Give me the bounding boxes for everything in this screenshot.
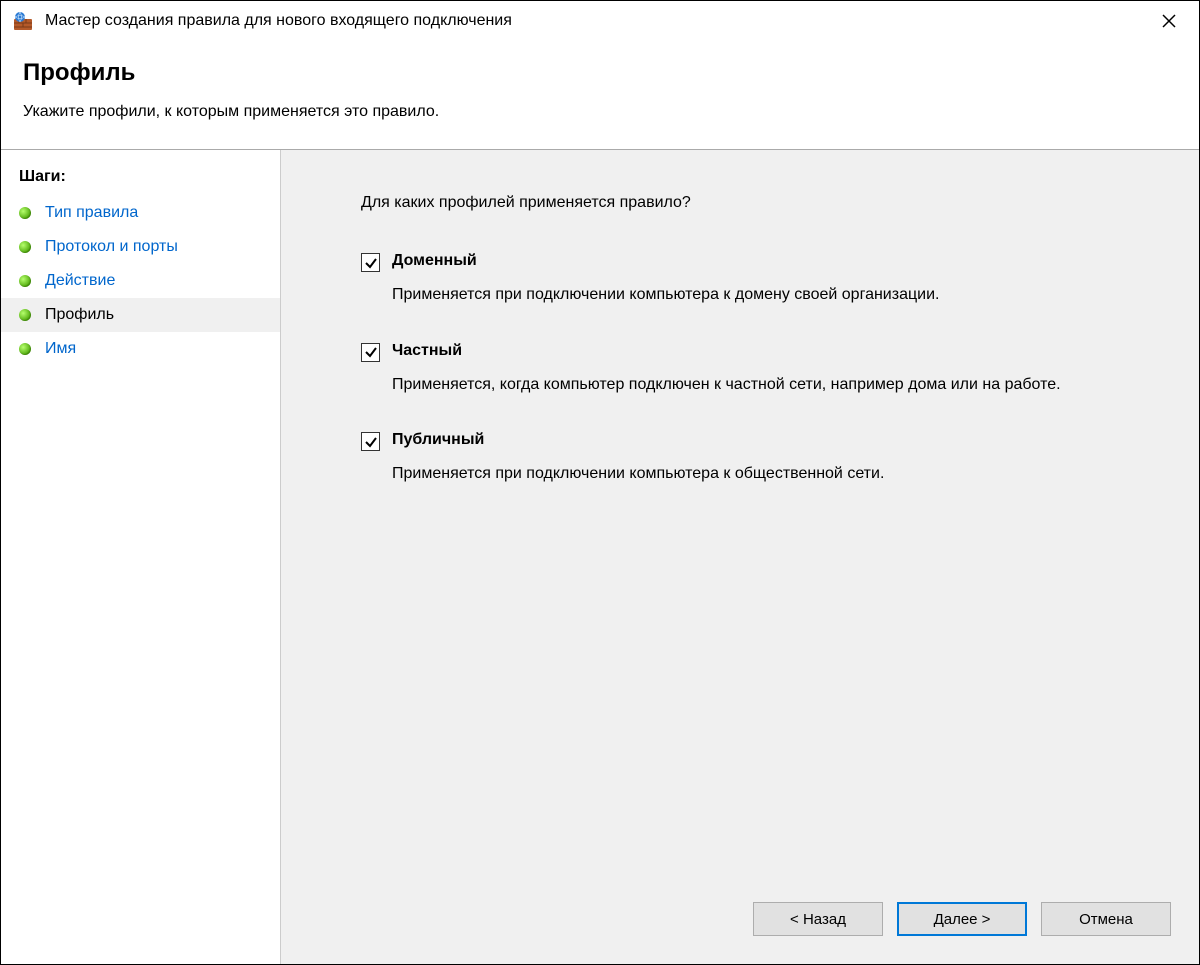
bullet-icon (19, 309, 31, 321)
bullet-icon (19, 275, 31, 287)
checkbox-domain[interactable] (361, 253, 380, 272)
sidebar-item-label: Имя (45, 340, 76, 358)
option-description: Применяется при подключении компьютера к… (392, 284, 1112, 306)
question-text: Для каких профилей применяется правило? (361, 194, 1119, 212)
sidebar-item-action[interactable]: Действие (1, 264, 280, 298)
back-button[interactable]: < Назад (753, 902, 883, 936)
sidebar-item-label: Тип правила (45, 204, 138, 222)
option-domain: Доменный Применяется при подключении ком… (361, 252, 1119, 306)
cancel-button[interactable]: Отмена (1041, 902, 1171, 936)
next-button[interactable]: Далее > (897, 902, 1027, 936)
bullet-icon (19, 343, 31, 355)
option-title: Частный (392, 342, 462, 360)
subtitle: Укажите профили, к которым применяется э… (23, 103, 1177, 121)
checkmark-icon (364, 256, 378, 270)
header-block: Профиль Укажите профили, к которым приме… (1, 41, 1199, 150)
sidebar-item-rule-type[interactable]: Тип правила (1, 196, 280, 230)
content: Для каких профилей применяется правило? … (281, 150, 1199, 964)
window-title: Мастер создания правила для нового входя… (45, 12, 512, 30)
bullet-icon (19, 241, 31, 253)
checkbox-public[interactable] (361, 432, 380, 451)
checkmark-icon (364, 435, 378, 449)
close-icon (1161, 13, 1177, 29)
option-title: Доменный (392, 252, 477, 270)
wizard-window: Мастер создания правила для нового входя… (0, 0, 1200, 965)
button-bar: < Назад Далее > Отмена (281, 902, 1199, 964)
sidebar-item-protocol-ports[interactable]: Протокол и порты (1, 230, 280, 264)
sidebar-item-name[interactable]: Имя (1, 332, 280, 366)
sidebar-item-label: Профиль (45, 306, 114, 324)
titlebar: Мастер создания правила для нового входя… (1, 1, 1199, 41)
steps-header: Шаги: (1, 162, 280, 196)
checkbox-private[interactable] (361, 343, 380, 362)
close-button[interactable] (1149, 6, 1189, 36)
sidebar: Шаги: Тип правила Протокол и порты Дейст… (1, 150, 281, 964)
body: Шаги: Тип правила Протокол и порты Дейст… (1, 150, 1199, 964)
content-inner: Для каких профилей применяется правило? … (281, 150, 1199, 902)
option-title: Публичный (392, 431, 484, 449)
sidebar-item-profile[interactable]: Профиль (1, 298, 280, 332)
sidebar-item-label: Протокол и порты (45, 238, 178, 256)
option-description: Применяется при подключении компьютера к… (392, 463, 1112, 485)
checkmark-icon (364, 345, 378, 359)
sidebar-item-label: Действие (45, 272, 115, 290)
bullet-icon (19, 207, 31, 219)
option-description: Применяется, когда компьютер подключен к… (392, 374, 1112, 396)
option-public: Публичный Применяется при подключении ко… (361, 431, 1119, 485)
firewall-icon (13, 11, 33, 31)
page-title: Профиль (23, 59, 1177, 87)
option-private: Частный Применяется, когда компьютер под… (361, 342, 1119, 396)
